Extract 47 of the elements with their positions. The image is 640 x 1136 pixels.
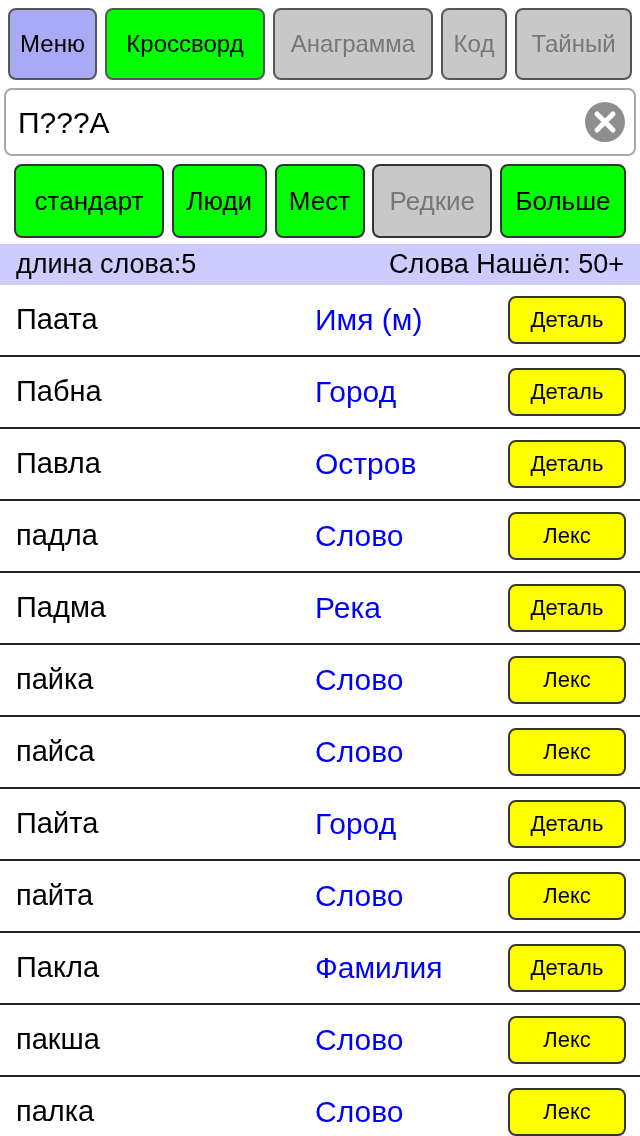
word-text: Пабна (16, 373, 103, 409)
word-type-text: Слово (315, 1094, 405, 1130)
word-type-text: Город (315, 374, 398, 410)
detail-button[interactable]: Лекс (508, 511, 626, 560)
clear-icon[interactable] (584, 101, 626, 143)
word-text: Паата (16, 301, 99, 337)
word-type-text: Фамилия (315, 950, 444, 986)
detail-button[interactable]: Деталь (508, 367, 626, 416)
detail-button[interactable]: Деталь (508, 439, 626, 488)
filter-button[interactable]: Мест (274, 164, 365, 238)
word-text: Пайта (16, 805, 100, 841)
word-text: пайта (16, 877, 95, 913)
detail-button[interactable]: Лекс (508, 727, 626, 776)
detail-button[interactable]: Лекс (508, 1015, 626, 1064)
word-type-text: Имя (м) (315, 302, 424, 338)
word-text: Падма (16, 589, 107, 625)
detail-button[interactable]: Деталь (508, 799, 626, 848)
word-length-label: длина слова:5 (16, 248, 197, 281)
filter-button[interactable]: стандарт (14, 164, 164, 238)
word-type-text: Остров (315, 446, 418, 482)
word-text: падла (16, 517, 99, 553)
word-text: Павла (16, 445, 102, 481)
word-type-text: Слово (315, 878, 405, 914)
word-text: пайса (16, 733, 96, 769)
word-type-text: Река (315, 590, 382, 626)
word-type-text: Слово (315, 518, 405, 554)
word-type-text: Слово (315, 662, 405, 698)
word-type-text: Слово (315, 734, 405, 770)
detail-button[interactable]: Деталь (508, 295, 626, 344)
detail-button[interactable]: Деталь (508, 583, 626, 632)
menu-button[interactable]: Меню (8, 8, 97, 80)
search-field[interactable]: П???А (4, 88, 636, 156)
filter-button[interactable]: Люди (171, 164, 267, 238)
word-text: Пакла (16, 949, 101, 985)
word-text: пакша (16, 1021, 101, 1057)
search-input[interactable]: П???А (18, 99, 584, 145)
detail-button[interactable]: Лекс (508, 655, 626, 704)
found-count-label: Слова Нашёл: 50+ (389, 248, 624, 281)
word-text: палка (16, 1093, 96, 1129)
word-text: пайка (16, 661, 95, 697)
mode-tab[interactable]: Кроссворд (105, 8, 265, 80)
filter-button[interactable]: Больше (500, 164, 626, 238)
detail-button[interactable]: Деталь (508, 943, 626, 992)
detail-button[interactable]: Лекс (508, 1087, 626, 1136)
detail-button[interactable]: Лекс (508, 871, 626, 920)
word-type-text: Слово (315, 1022, 405, 1058)
word-type-text: Город (315, 806, 398, 842)
